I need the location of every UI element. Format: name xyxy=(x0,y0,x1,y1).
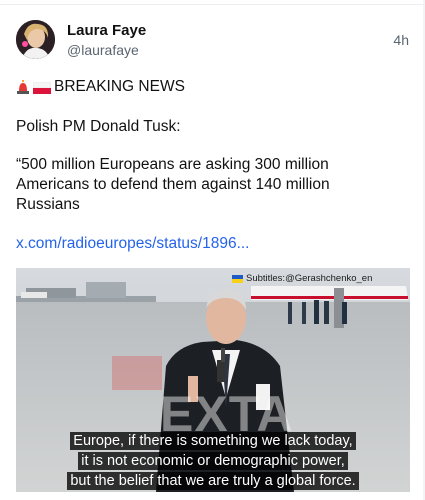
avatar[interactable] xyxy=(16,20,55,59)
top-divider xyxy=(0,4,425,5)
quote-line: Russians xyxy=(16,196,80,213)
subtitle-caption-text: but the belief that we are truly a globa… xyxy=(67,472,359,490)
police-light-icon xyxy=(16,80,30,94)
subtitle-caption: but the belief that we are truly a globa… xyxy=(16,471,410,491)
quote-line: “500 million Europeans are asking 300 mi… xyxy=(16,156,329,173)
subtitle-credit-text: Subtitles:@Gerashchenko_en xyxy=(246,273,373,284)
tweet-timestamp[interactable]: 4h xyxy=(393,32,409,48)
status-link[interactable]: x.com/radioeuropes/status/1896... xyxy=(16,235,250,253)
headline-line: BREAKING NEWS xyxy=(16,78,185,96)
subtitle-caption: it is not economic or demographic power, xyxy=(16,451,410,471)
subtitle-caption-text: Europe, if there is something we lack to… xyxy=(70,432,356,450)
author-name[interactable]: Laura Faye xyxy=(67,22,146,39)
subtitle-credit: Subtitles:@Gerashchenko_en xyxy=(232,273,372,284)
subtitle-caption-text: it is not economic or demographic power, xyxy=(78,452,348,470)
poland-flag-icon xyxy=(32,81,52,94)
subtitle-caption: Europe, if there is something we lack to… xyxy=(16,431,410,451)
headline-text: BREAKING NEWS xyxy=(54,78,185,95)
ukraine-flag-icon xyxy=(232,274,243,283)
quote-line: Americans to defend them against 140 mil… xyxy=(16,176,330,193)
speaker-line: Polish PM Donald Tusk: xyxy=(16,118,181,135)
author-handle[interactable]: @laurafaye xyxy=(67,42,139,58)
